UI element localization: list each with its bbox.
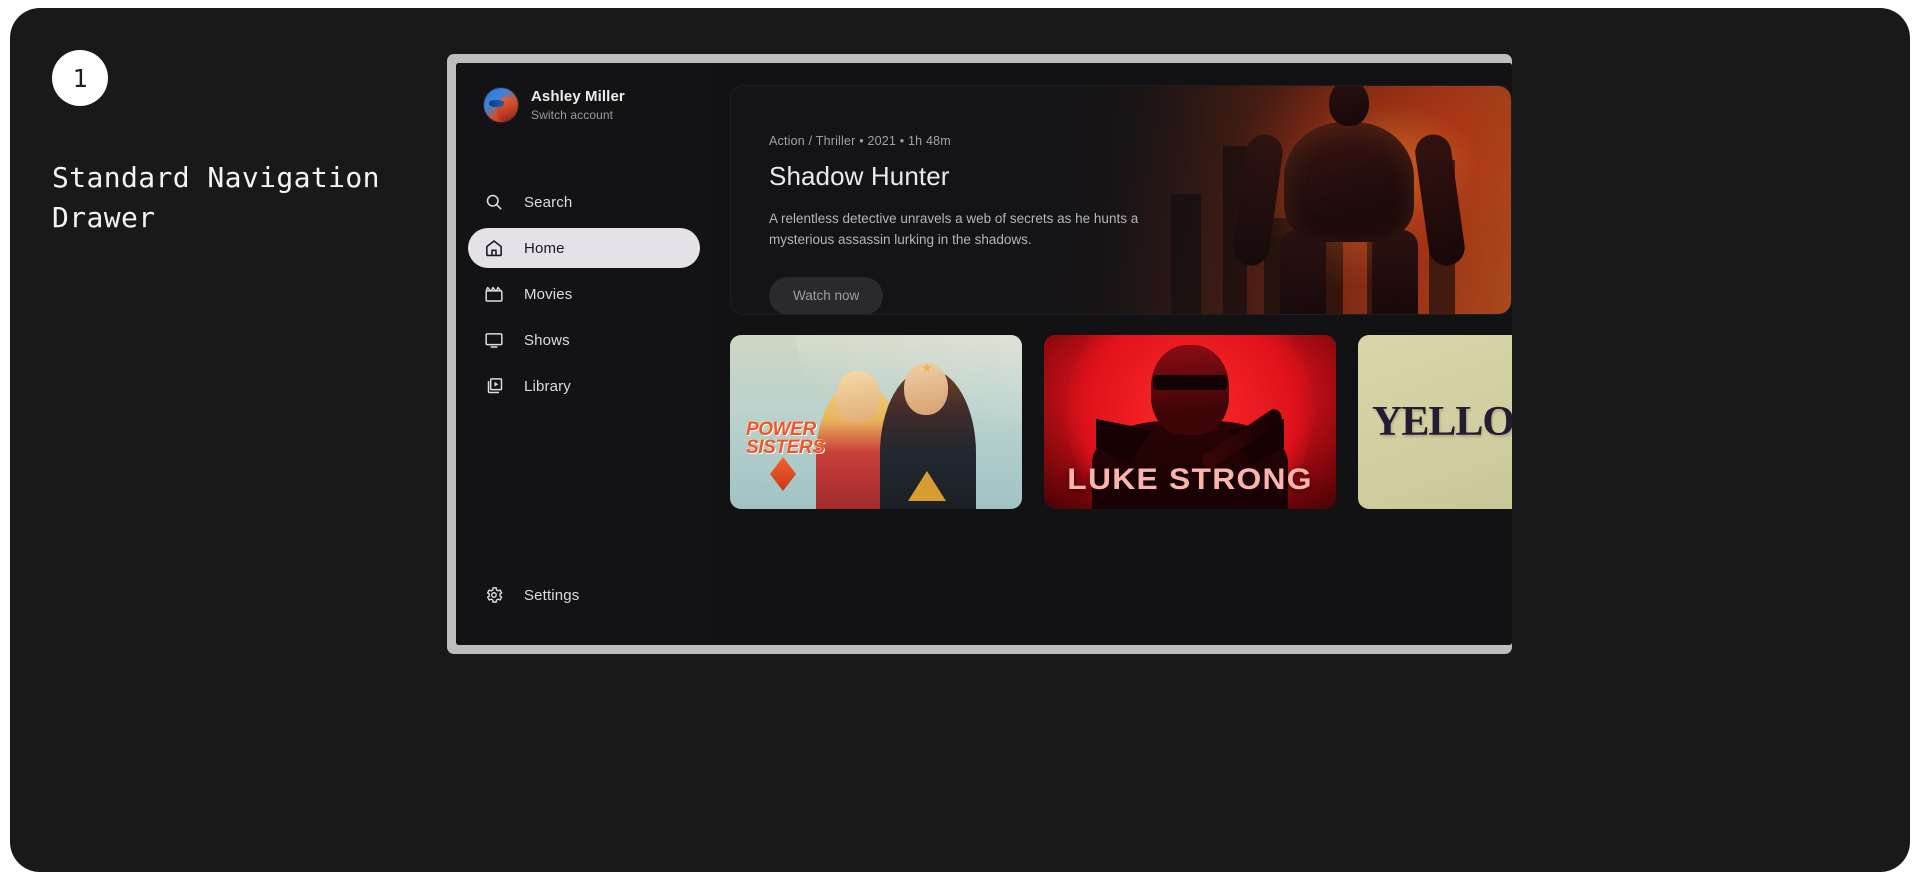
sidebar-item-movies[interactable]: Movies: [468, 274, 700, 314]
avatar: [484, 88, 518, 122]
sidebar-item-home[interactable]: Home: [468, 228, 700, 268]
sidebar-item-settings[interactable]: Settings: [468, 575, 700, 615]
hero-copy: Action / Thriller • 2021 • 1h 48m Shadow…: [769, 134, 1151, 314]
card-figure-head: [1151, 345, 1229, 435]
page-title: Standard Navigation Drawer: [52, 161, 380, 234]
sidebar-item-label: Library: [524, 377, 571, 395]
sidebar-item-label: Movies: [524, 285, 573, 303]
profile-header[interactable]: Ashley Miller Switch account: [456, 79, 712, 122]
movie-card-row: POWER SISTERS LUKE STRONG YELLO: [730, 335, 1512, 509]
card-sunglasses: [1153, 375, 1227, 390]
movie-card-title: LUKE STRONG: [1067, 463, 1313, 496]
gear-icon: [484, 585, 504, 605]
app-screen: Ashley Miller Switch account Search Home…: [456, 63, 1512, 645]
sidebar-item-label: Shows: [524, 331, 570, 349]
sidebar-item-search[interactable]: Search: [468, 182, 700, 222]
movie-card-title: POWER SISTERS: [746, 420, 825, 459]
sidebar-item-library[interactable]: Library: [468, 366, 700, 406]
movie-card[interactable]: YELLOW: [1358, 335, 1512, 509]
movie-card-title: YELLOW: [1372, 399, 1512, 445]
sidebar-item-label: Home: [524, 239, 565, 257]
sidebar-item-label: Settings: [524, 586, 580, 604]
nav-bottom: Settings: [456, 575, 712, 645]
content-area: Action / Thriller • 2021 • 1h 48m Shadow…: [712, 63, 1512, 645]
hero-title: Shadow Hunter: [769, 161, 950, 191]
page-frame: 1 Standard Navigation Drawer Ashley Mill…: [10, 8, 1910, 872]
home-icon: [484, 238, 504, 258]
video-library-icon: [484, 376, 504, 396]
nav-list: Search Home Movies Shows Library: [456, 182, 712, 406]
device-mockup: Ashley Miller Switch account Search Home…: [447, 54, 1512, 654]
movie-card[interactable]: LUKE STRONG: [1044, 335, 1336, 509]
navigation-drawer: Ashley Miller Switch account Search Home…: [456, 63, 712, 645]
hero-description: A relentless detective unravels a web of…: [769, 211, 1139, 247]
hero-card[interactable]: Action / Thriller • 2021 • 1h 48m Shadow…: [730, 85, 1512, 315]
annotation: 1 Standard Navigation Drawer: [52, 50, 432, 238]
movie-card[interactable]: POWER SISTERS: [730, 335, 1022, 509]
movie-clapper-icon: [484, 284, 504, 304]
step-number-badge: 1: [52, 50, 108, 106]
card-figure-blonde-head: [836, 371, 880, 423]
profile-text: Ashley Miller Switch account: [531, 88, 625, 122]
tv-monitor-icon: [484, 330, 504, 350]
card-figure-brunette-head: [904, 363, 948, 415]
switch-account-link[interactable]: Switch account: [531, 108, 625, 122]
profile-name: Ashley Miller: [531, 88, 625, 105]
watch-now-button[interactable]: Watch now: [769, 276, 884, 314]
card-diamond-shape: [770, 457, 796, 491]
sidebar-item-shows[interactable]: Shows: [468, 320, 700, 360]
search-icon: [484, 192, 504, 212]
sidebar-item-label: Search: [524, 193, 573, 211]
movie-card-title-line2: SISTERS: [746, 437, 825, 459]
hero-meta: Action / Thriller • 2021 • 1h 48m: [769, 134, 951, 148]
